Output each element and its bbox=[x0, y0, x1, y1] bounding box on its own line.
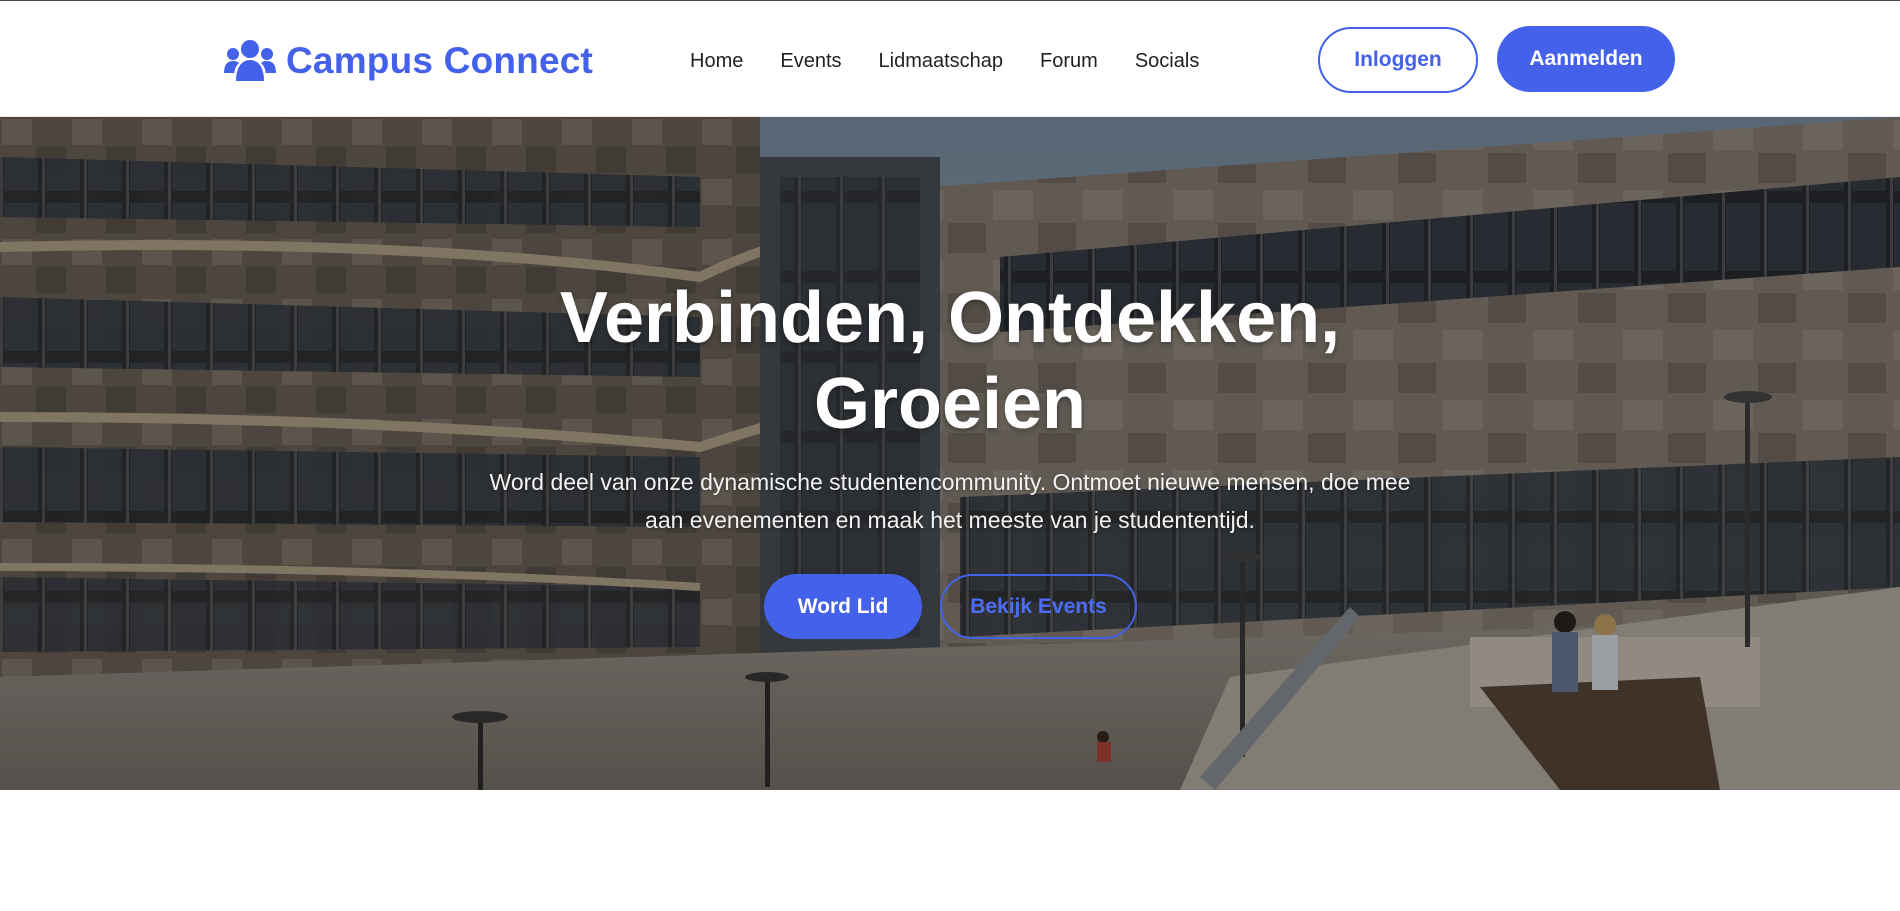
hero-title-line-1: Verbinden, Ontdekken, bbox=[559, 278, 1341, 358]
nav-home[interactable]: Home bbox=[690, 50, 743, 73]
signup-button[interactable]: Aanmelden bbox=[1497, 26, 1675, 92]
hero-overlay bbox=[0, 117, 1900, 790]
hero-subtitle-line-1: Word deel van onze dynamische studentenc… bbox=[489, 469, 1411, 495]
users-icon bbox=[224, 40, 276, 81]
join-button[interactable]: Word Lid bbox=[764, 574, 922, 639]
hero-title: Verbinden, Ontdekken, Groeien bbox=[450, 275, 1450, 447]
site-header: Campus Connect Home Events Lidmaatschap … bbox=[0, 1, 1900, 117]
nav-socials[interactable]: Socials bbox=[1135, 50, 1199, 73]
login-button[interactable]: Inloggen bbox=[1318, 27, 1478, 93]
nav-forum[interactable]: Forum bbox=[1040, 50, 1098, 73]
view-events-button[interactable]: Bekijk Events bbox=[940, 574, 1137, 639]
hero-subtitle-line-2: aan evenementen en maak het meeste van j… bbox=[645, 507, 1255, 533]
hero-section: Verbinden, Ontdekken, Groeien Word deel … bbox=[0, 117, 1900, 790]
nav-events[interactable]: Events bbox=[780, 50, 841, 73]
brand-logo[interactable]: Campus Connect bbox=[224, 37, 593, 85]
main-navigation: Home Events Lidmaatschap Forum Socials bbox=[690, 46, 1199, 76]
hero-subtitle: Word deel van onze dynamische studentenc… bbox=[440, 463, 1460, 539]
brand-name: Campus Connect bbox=[286, 40, 594, 81]
nav-lidmaatschap[interactable]: Lidmaatschap bbox=[879, 50, 1004, 73]
hero-title-line-2: Groeien bbox=[813, 364, 1087, 444]
